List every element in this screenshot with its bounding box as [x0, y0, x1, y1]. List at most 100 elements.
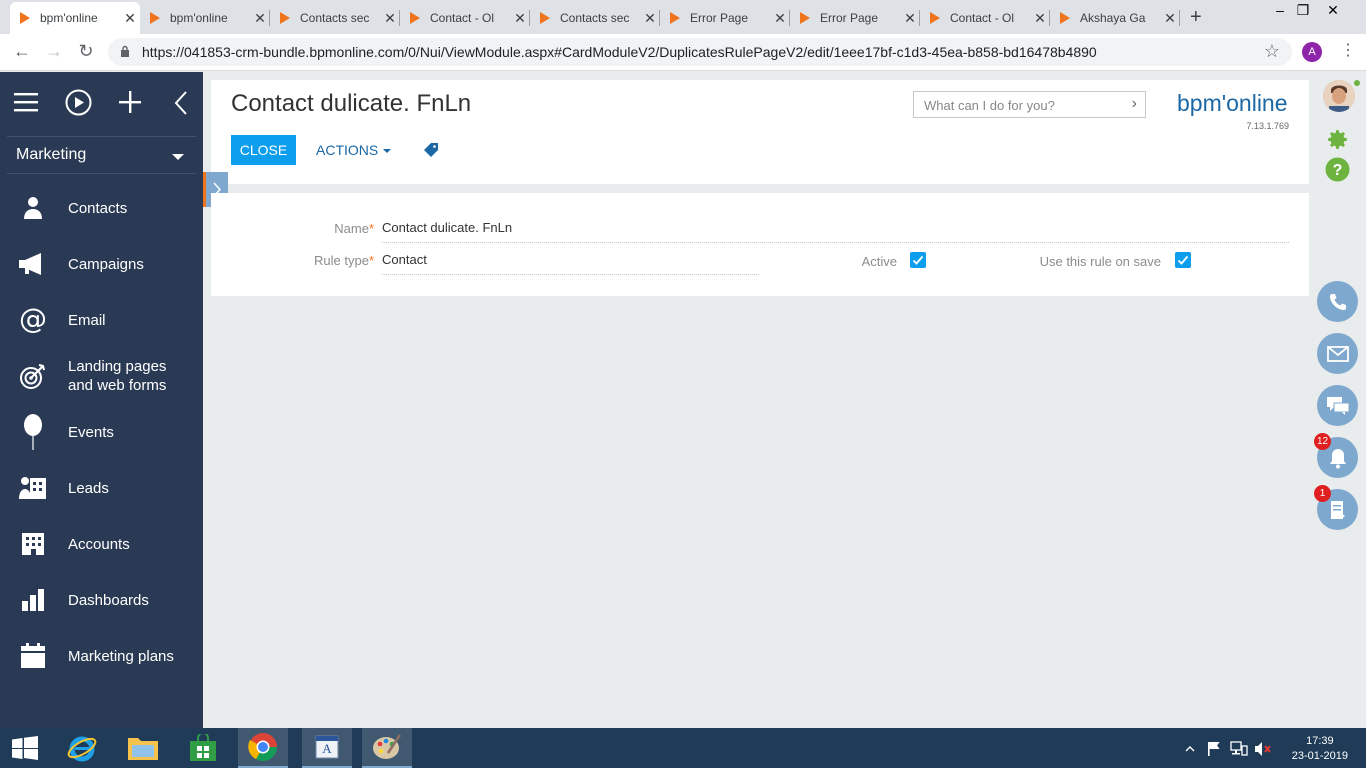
task-list-icon: [1330, 500, 1345, 519]
tab-close-icon[interactable]: ✕: [1030, 10, 1050, 27]
browser-tab[interactable]: Error Page ✕: [660, 2, 790, 34]
tab-close-icon[interactable]: ✕: [250, 10, 270, 27]
back-button[interactable]: ←: [10, 41, 34, 62]
command-search-input[interactable]: What can I do for you? ›: [913, 91, 1146, 118]
chevron-down-icon: [172, 154, 184, 160]
use-on-save-checkbox[interactable]: [1175, 252, 1191, 268]
browser-tab[interactable]: Akshaya Ga ✕: [1050, 2, 1180, 34]
sidebar-item-contacts[interactable]: Contacts: [0, 180, 203, 236]
help-icon[interactable]: ?: [1325, 157, 1350, 182]
browser-tab[interactable]: Contact - Ol ✕: [920, 2, 1050, 34]
reload-button[interactable]: ↻: [74, 41, 98, 62]
chevron-right-icon[interactable]: ›: [1132, 95, 1137, 113]
browser-tab[interactable]: bpm'online ✕: [10, 2, 140, 34]
profile-avatar[interactable]: A: [1302, 42, 1322, 62]
volume-muted-icon[interactable]: [1254, 741, 1272, 757]
gear-icon[interactable]: [1325, 127, 1350, 152]
bpmonline-logo: bpm'online: [1177, 90, 1288, 117]
tab-title: Error Page: [820, 11, 879, 25]
tab-close-icon[interactable]: ✕: [770, 10, 790, 27]
bpmonline-favicon-icon: [540, 12, 550, 24]
word-taskbar-icon[interactable]: A: [302, 728, 352, 768]
bpmonline-favicon-icon: [1060, 12, 1070, 24]
paint-palette-icon: [373, 734, 402, 759]
at-sign-icon: @: [0, 306, 68, 334]
hamburger-menu-icon[interactable]: [14, 91, 38, 113]
forward-button[interactable]: →: [42, 41, 66, 62]
sidebar-item-landing-pages[interactable]: Landing pages and web forms: [0, 348, 203, 404]
workplace-selector[interactable]: Marketing: [7, 136, 196, 174]
tab-close-icon[interactable]: ✕: [120, 10, 140, 27]
tab-close-icon[interactable]: ✕: [380, 10, 400, 27]
tag-icon[interactable]: [424, 143, 438, 157]
folder-icon: [128, 738, 158, 760]
browser-tab[interactable]: Contact - Ol ✕: [400, 2, 530, 34]
paint-taskbar-icon[interactable]: [362, 728, 412, 768]
new-tab-button[interactable]: +: [1190, 6, 1202, 29]
browser-tab[interactable]: Error Page ✕: [790, 2, 920, 34]
sidebar-item-label: Leads: [68, 479, 109, 497]
sidebar-item-accounts[interactable]: Accounts: [0, 516, 203, 572]
chrome-icon: [248, 733, 277, 761]
user-avatar[interactable]: [1323, 80, 1355, 112]
chevron-up-icon[interactable]: [1185, 745, 1195, 753]
building-icon: [0, 532, 68, 556]
tab-title: bpm'online: [40, 11, 98, 25]
sidebar-item-events[interactable]: Events: [0, 404, 203, 460]
process-play-icon[interactable]: [65, 89, 92, 116]
notifications-count-badge: 12: [1314, 433, 1331, 450]
browser-tab[interactable]: Contacts sec ✕: [530, 2, 660, 34]
email-button[interactable]: [1317, 333, 1358, 374]
address-bar[interactable]: https://041853-crm-bundle.bpmonline.com/…: [108, 38, 1292, 66]
user-photo-icon: [1323, 80, 1355, 112]
name-field[interactable]: Contact dulicate. FnLn: [382, 220, 1289, 243]
chat-icon: [1326, 396, 1349, 415]
actions-menu-button[interactable]: ACTIONS: [316, 142, 392, 158]
logo-text: bpm'online: [1177, 90, 1288, 116]
sidebar-item-dashboards[interactable]: Dashboards: [0, 572, 203, 628]
bookmark-star-icon[interactable]: ☆: [1264, 41, 1280, 62]
chat-button[interactable]: [1317, 385, 1358, 426]
collapse-chevron-icon[interactable]: [174, 91, 188, 115]
sidebar-item-marketing-plans[interactable]: Marketing plans: [0, 628, 203, 684]
tasks-count-badge: 1: [1314, 485, 1331, 502]
sidebar-item-campaigns[interactable]: Campaigns: [0, 236, 203, 292]
right-communication-panel: ? 12 1: [1310, 72, 1366, 728]
tab-close-icon[interactable]: ✕: [510, 10, 530, 27]
restore-button[interactable]: ❐: [1288, 2, 1318, 19]
actions-label: ACTIONS: [316, 142, 379, 158]
tab-close-icon[interactable]: ✕: [900, 10, 920, 27]
windows-taskbar: A 17:39 23-01-2019: [0, 728, 1366, 768]
browser-tab[interactable]: Contacts sec ✕: [270, 2, 400, 34]
bpmonline-favicon-icon: [930, 12, 940, 24]
clock-date: 23-01-2019: [1291, 750, 1348, 762]
internet-explorer-taskbar-icon[interactable]: [57, 728, 107, 768]
browser-tab[interactable]: bpm'online ✕: [140, 2, 270, 34]
tab-close-icon[interactable]: ✕: [1160, 10, 1180, 27]
flag-icon[interactable]: [1207, 741, 1221, 757]
close-button[interactable]: CLOSE: [231, 135, 296, 165]
close-window-button[interactable]: ✕: [1318, 2, 1348, 19]
bpmonline-favicon-icon: [800, 12, 810, 24]
store-taskbar-icon[interactable]: [178, 728, 228, 768]
network-icon[interactable]: [1230, 741, 1248, 757]
svg-text:?: ?: [1333, 162, 1343, 179]
active-checkbox[interactable]: [910, 252, 926, 268]
call-button[interactable]: [1317, 281, 1358, 322]
browser-menu-icon[interactable]: ⋮: [1340, 40, 1356, 60]
add-icon[interactable]: [119, 91, 141, 113]
chrome-taskbar-icon[interactable]: [238, 728, 288, 768]
sidebar-item-email[interactable]: @ Email: [0, 292, 203, 348]
file-explorer-taskbar-icon[interactable]: [118, 728, 168, 768]
rule-type-field[interactable]: Contact: [382, 252, 759, 275]
sidebar-item-label: Events: [68, 423, 114, 441]
tab-close-icon[interactable]: ✕: [640, 10, 660, 27]
sidebar-item-leads[interactable]: Leads: [0, 460, 203, 516]
sidebar-item-label: Email: [68, 311, 106, 329]
svg-text:A: A: [322, 741, 332, 756]
tab-title: Contacts sec: [300, 11, 370, 25]
phone-icon: [1329, 293, 1346, 310]
system-clock[interactable]: 17:39 23-01-2019: [1292, 734, 1348, 764]
windows-start-button[interactable]: [0, 728, 50, 768]
tab-title: Akshaya Ga: [1080, 11, 1146, 25]
